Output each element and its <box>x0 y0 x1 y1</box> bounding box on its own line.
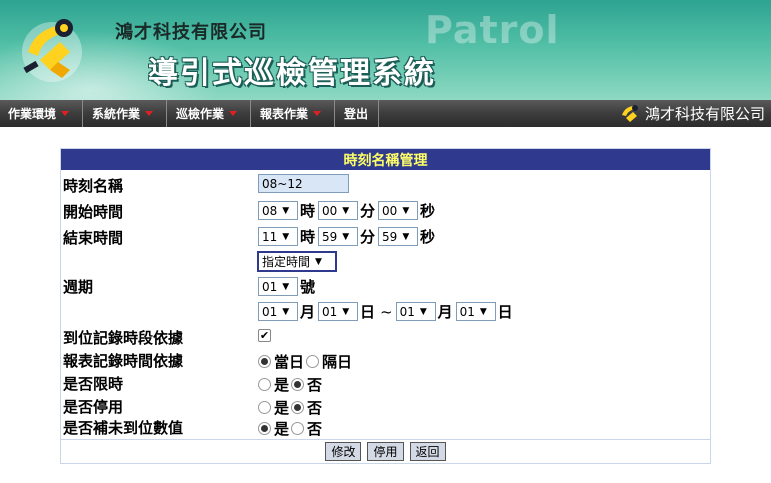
start-day-select[interactable]: 01 ▼ <box>318 302 359 321</box>
unit-number: 號 <box>300 278 316 296</box>
nav-item-label: 系統作業 <box>92 107 141 121</box>
disabled-no-radio[interactable] <box>291 401 305 414</box>
company-logo-icon <box>22 19 82 82</box>
unit-month: 月 <box>437 303 453 321</box>
yes-label: 是 <box>274 420 290 438</box>
nav-item-label: 作業環境 <box>8 107 57 121</box>
start-hour-select[interactable]: 08 ▼ <box>258 201 298 220</box>
time-limit-label: 是否限時 <box>63 375 124 393</box>
nav-item-system[interactable]: 系統作業 <box>84 100 167 127</box>
end-day-select[interactable]: 01 ▼ <box>455 302 496 321</box>
nav-brand-label: 鴻才科技有限公司 <box>644 105 765 123</box>
row-name: 時刻名稱 08~12 <box>61 173 710 197</box>
nav-item-logout[interactable]: 登出 <box>336 100 379 127</box>
header-banner: 鴻才科技有限公司 Patrol 導引式巡檢管理系統 <box>0 0 771 100</box>
row-start-time: 開始時間 08 ▼ 時 00 ▼ 分 00 ▼ 秒 <box>61 198 710 223</box>
unit-second: 秒 <box>420 202 436 220</box>
time-name-input[interactable]: 08~12 <box>258 174 349 193</box>
chevron-down-icon <box>61 111 70 116</box>
end-time-label: 結束時間 <box>63 229 124 247</box>
dropdown-arrow-icon: ▼ <box>342 205 350 216</box>
start-minute-select[interactable]: 00 ▼ <box>318 201 359 220</box>
row-arrival-basis: 到位記錄時段依據 ✔ <box>61 325 710 348</box>
dropdown-arrow-icon: ▼ <box>315 256 322 267</box>
brand-logo-icon <box>621 104 638 122</box>
range-separator: ~ <box>380 302 393 321</box>
chevron-down-icon <box>229 111 238 116</box>
no-label: 否 <box>307 420 323 438</box>
fill-missing-no-radio[interactable] <box>291 422 305 435</box>
unit-month: 月 <box>300 303 316 321</box>
row-fill-missing: 是否補未到位數值 是 否 <box>61 415 710 438</box>
fill-missing-yes-radio[interactable] <box>258 422 271 435</box>
start-month-select[interactable]: 01 ▼ <box>258 302 298 321</box>
dropdown-arrow-icon: ▼ <box>402 205 410 216</box>
unit-hour: 時 <box>300 228 316 246</box>
report-basis-label: 報表記錄時間依據 <box>63 352 184 370</box>
cycle-number-select[interactable]: 01 ▼ <box>258 277 298 296</box>
time-name-panel: 時刻名稱管理 時刻名稱 08~12 開始時間 08 ▼ 時 00 ▼ 分 00 ▼ 秒… <box>60 148 711 464</box>
dropdown-arrow-icon: ▼ <box>402 231 410 242</box>
dropdown-arrow-icon: ▼ <box>282 205 290 216</box>
start-time-label: 開始時間 <box>63 203 124 221</box>
report-next-day-radio[interactable] <box>306 355 320 368</box>
period-mode-select[interactable]: 指定時間 ▼ <box>257 251 337 272</box>
patrol-watermark: Patrol <box>425 8 560 52</box>
nav-item-label: 巡檢作業 <box>176 107 225 121</box>
disabled-yes-radio[interactable] <box>258 401 271 414</box>
system-title: 導引式巡檢管理系統 <box>148 56 436 91</box>
panel-title: 時刻名稱管理 <box>61 149 710 170</box>
row-disabled: 是否停用 是 否 <box>61 394 710 417</box>
chevron-down-icon <box>313 111 322 116</box>
disable-button[interactable]: 停用 <box>367 442 404 461</box>
unit-hour: 時 <box>300 202 316 220</box>
end-hour-select[interactable]: 11 ▼ <box>258 227 298 246</box>
row-report-basis: 報表記錄時間依據 當日 隔日 <box>61 348 710 371</box>
end-month-select[interactable]: 01 ▼ <box>395 302 436 321</box>
dropdown-arrow-icon: ▼ <box>479 306 487 317</box>
report-next-day-label: 隔日 <box>322 353 353 371</box>
no-label: 否 <box>307 376 323 394</box>
dropdown-arrow-icon: ▼ <box>342 306 350 317</box>
report-same-day-label: 當日 <box>274 353 305 371</box>
nav-item-patrol[interactable]: 巡檢作業 <box>168 100 251 127</box>
main-navbar: 作業環境 系統作業 巡檢作業 報表作業 登出 鴻才科技有限公司 <box>0 100 771 127</box>
arrival-basis-label: 到位記錄時段依據 <box>63 329 184 347</box>
company-name: 鴻才科技有限公司 <box>115 22 267 43</box>
row-cycle: 指定時間 ▼ 週期 01 ▼ 號 01 ▼ 月 01 ▼ 日 ~ 01 ▼ 月 01 ▼ 日 <box>61 250 710 326</box>
unit-minute: 分 <box>360 202 376 220</box>
arrival-basis-checkbox[interactable]: ✔ <box>258 329 271 342</box>
unit-minute: 分 <box>360 228 376 246</box>
dropdown-arrow-icon: ▼ <box>282 281 290 292</box>
fill-missing-label: 是否補未到位數值 <box>63 419 184 437</box>
dropdown-arrow-icon: ▼ <box>342 231 350 242</box>
disabled-label: 是否停用 <box>63 398 124 416</box>
time-limit-yes-radio[interactable] <box>258 378 271 391</box>
nav-item-reports[interactable]: 報表作業 <box>252 100 335 127</box>
end-minute-select[interactable]: 59 ▼ <box>318 227 359 246</box>
action-buttons: 修改 停用 返回 <box>61 439 710 463</box>
yes-label: 是 <box>274 376 290 394</box>
report-same-day-radio[interactable] <box>258 355 271 368</box>
dropdown-arrow-icon: ▼ <box>419 306 427 317</box>
nav-item-label: 登出 <box>344 107 369 121</box>
row-time-limit: 是否限時 是 否 <box>61 371 710 394</box>
unit-day: 日 <box>360 303 376 321</box>
cycle-label: 週期 <box>63 278 94 296</box>
time-limit-no-radio[interactable] <box>291 378 305 391</box>
name-label: 時刻名稱 <box>63 177 124 195</box>
nav-item-environment[interactable]: 作業環境 <box>0 100 83 127</box>
unit-second: 秒 <box>420 228 436 246</box>
nav-brand: 鴻才科技有限公司 <box>619 102 765 125</box>
dropdown-arrow-icon: ▼ <box>282 306 290 317</box>
chevron-down-icon <box>145 111 154 116</box>
back-button[interactable]: 返回 <box>409 442 446 461</box>
unit-day: 日 <box>497 303 513 321</box>
nav-item-label: 報表作業 <box>260 107 309 121</box>
modify-button[interactable]: 修改 <box>325 442 362 461</box>
row-end-time: 結束時間 11 ▼ 時 59 ▼ 分 59 ▼ 秒 <box>61 224 710 249</box>
start-second-select[interactable]: 00 ▼ <box>378 201 419 220</box>
end-second-select[interactable]: 59 ▼ <box>378 227 419 246</box>
dropdown-arrow-icon: ▼ <box>282 231 290 242</box>
